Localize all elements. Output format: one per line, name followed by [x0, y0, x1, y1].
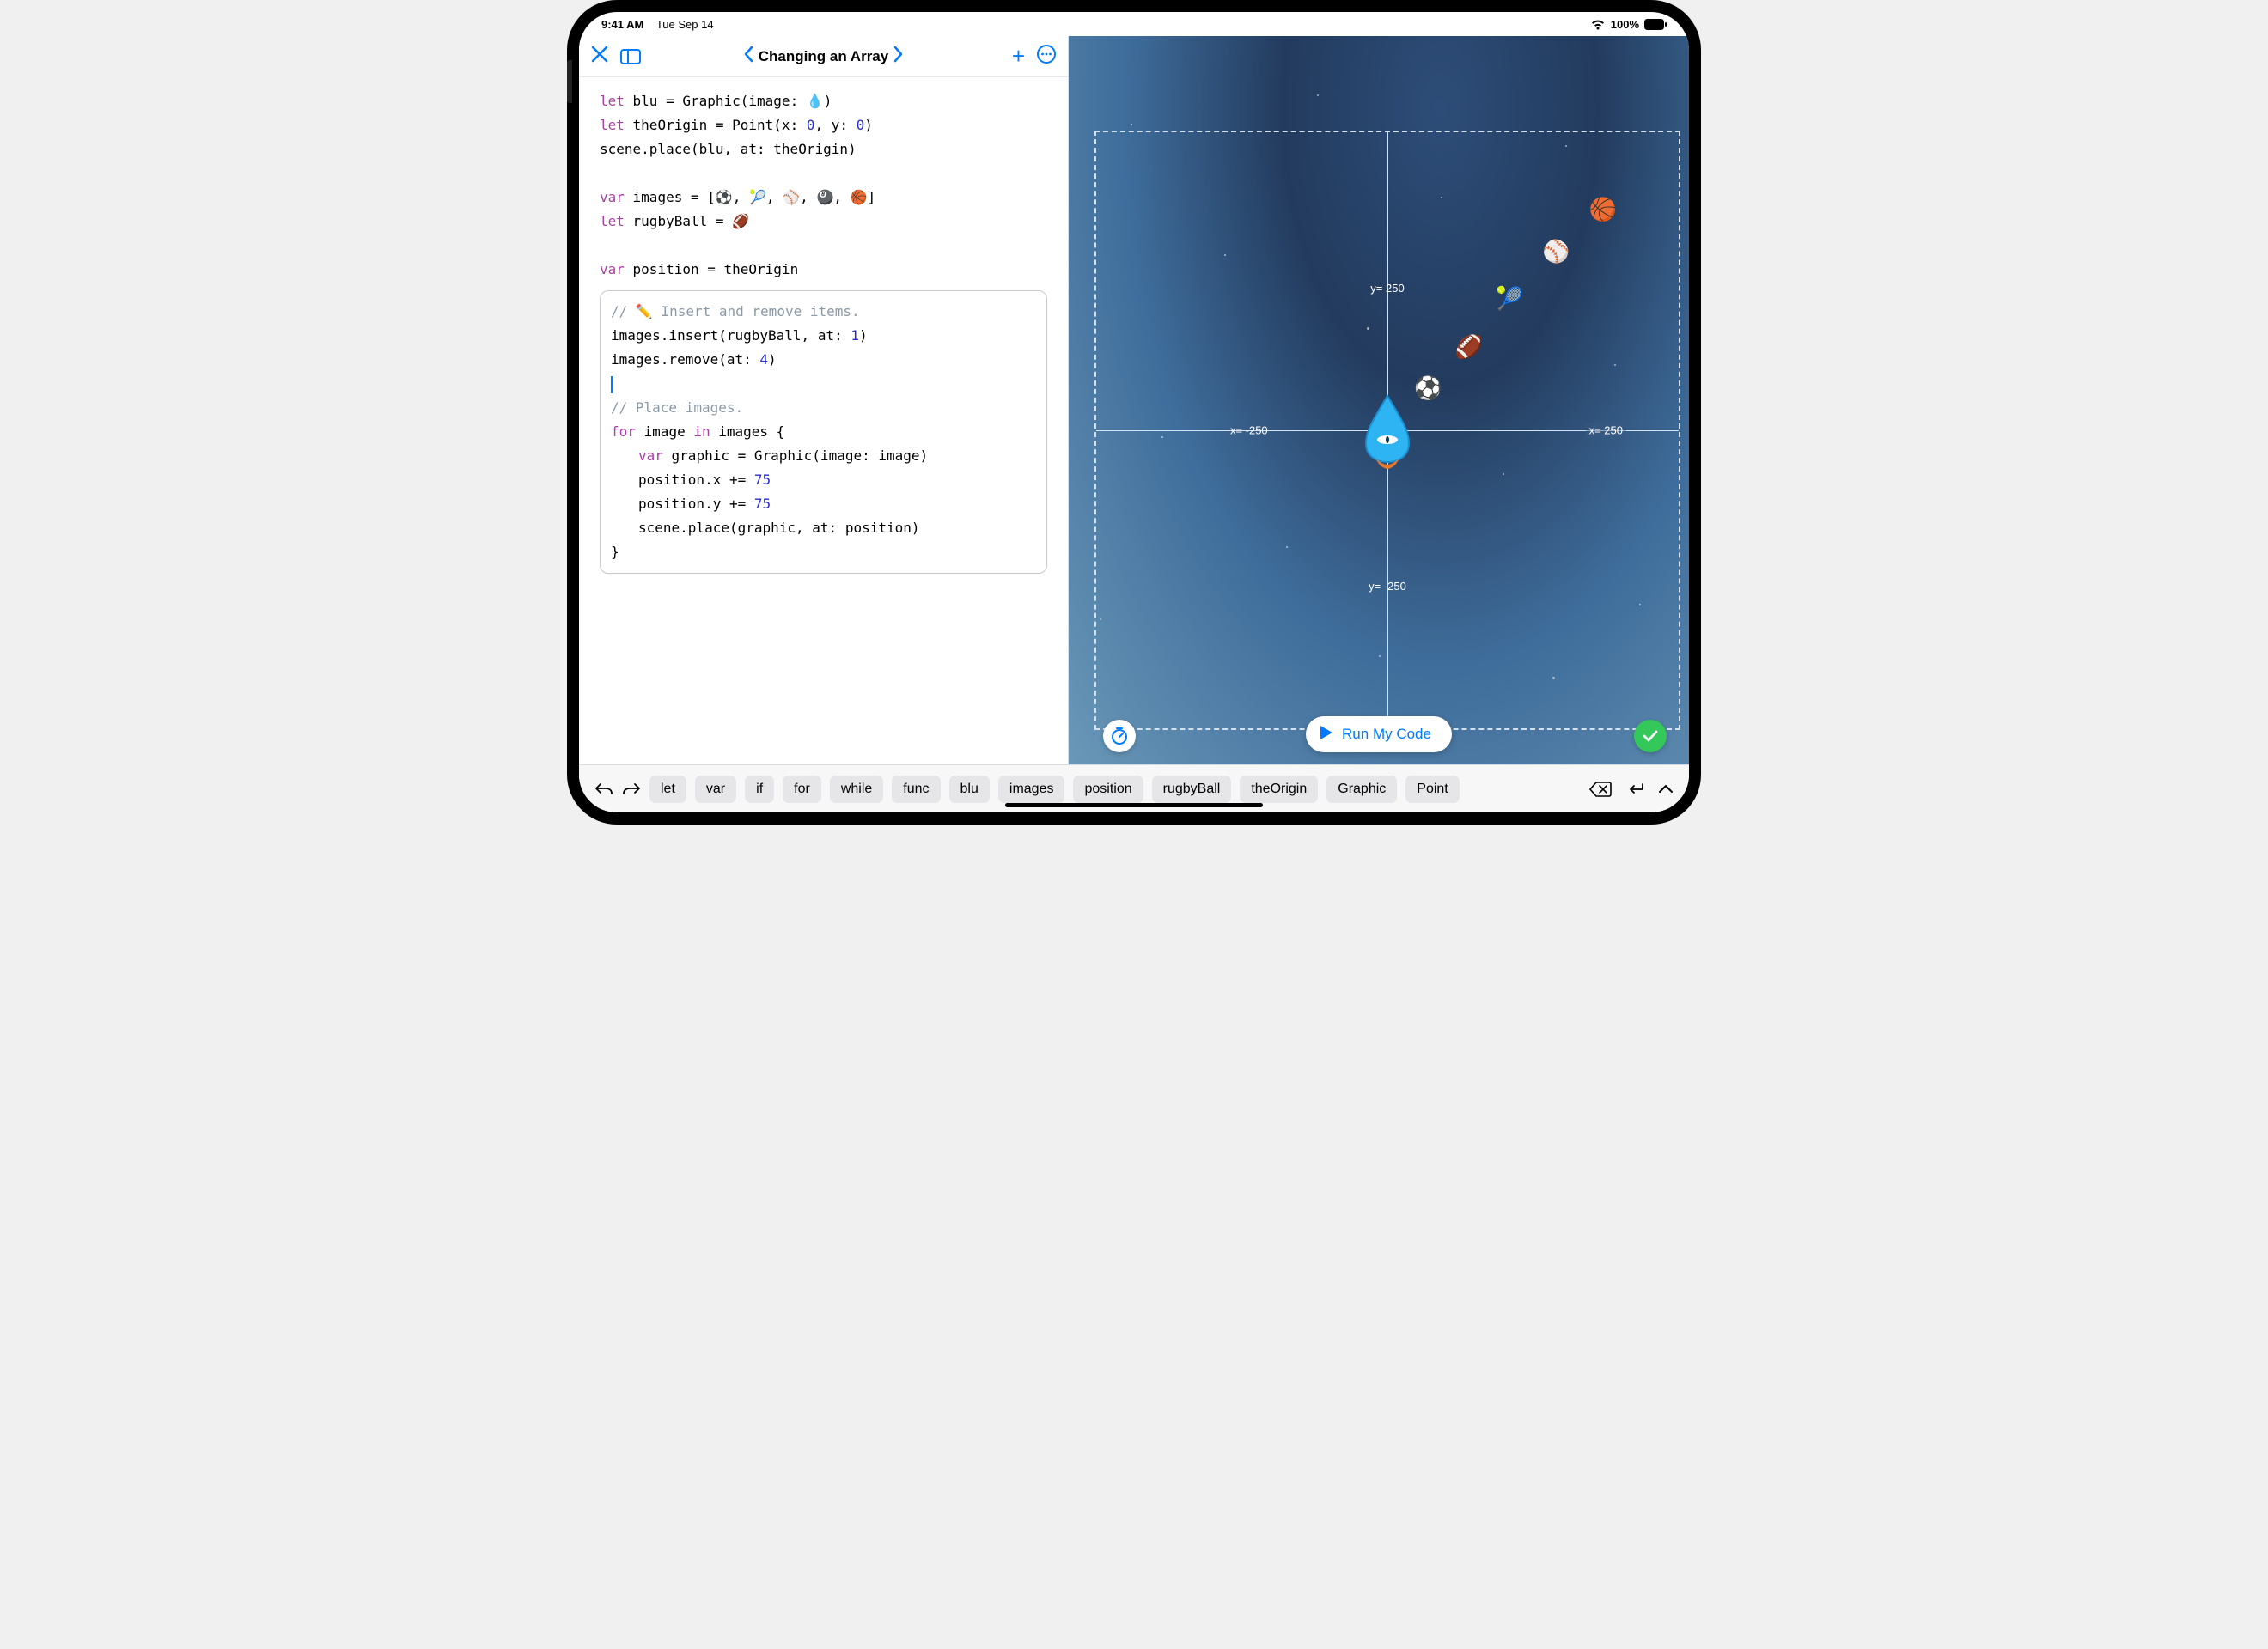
blu-character [1357, 392, 1418, 469]
editable-code-block[interactable]: // ✏️ Insert and remove items. images.in… [600, 290, 1047, 574]
status-time: 9:41 AM [601, 18, 643, 31]
editor-pane: Changing an Array + let blu = Graphic(im… [579, 36, 1069, 764]
suggestion-chip[interactable]: blu [949, 776, 990, 803]
sidebar-toggle-icon[interactable] [620, 49, 641, 64]
add-icon[interactable]: + [1012, 43, 1025, 70]
close-icon[interactable] [591, 46, 608, 68]
suggestion-chip[interactable]: if [745, 776, 774, 803]
y-neg-label: y= -250 [1369, 580, 1406, 593]
placed-rugby: 🏈 [1455, 333, 1483, 360]
collapse-keyboard-icon[interactable] [1658, 784, 1674, 794]
suggestion-chip[interactable]: var [695, 776, 736, 803]
suggestion-chip[interactable]: while [830, 776, 883, 803]
live-view: x= -250 x= 250 y= -250 y= 250 ⚽️ 🏈 [1069, 36, 1689, 764]
code-editor[interactable]: let blu = Graphic(image: 💧) let theOrigi… [579, 77, 1068, 764]
x-neg-label: x= -250 [1230, 424, 1268, 437]
y-pos-label: y= 250 [1370, 282, 1404, 295]
placed-soccer: ⚽️ [1414, 375, 1442, 402]
home-indicator[interactable] [1005, 803, 1263, 807]
suggestion-chip[interactable]: images [998, 776, 1065, 803]
more-icon[interactable] [1037, 45, 1056, 68]
text-cursor [611, 376, 613, 393]
wifi-icon [1590, 19, 1606, 30]
page-title[interactable]: Changing an Array [759, 48, 888, 65]
run-bar: Run My Code [1069, 716, 1689, 752]
battery-percent: 100% [1611, 18, 1639, 31]
placed-tennis: 🎾 [1496, 286, 1523, 313]
title-nav: Changing an Array [579, 46, 1068, 68]
redo-icon[interactable] [622, 782, 641, 797]
placed-baseball: ⚾️ [1542, 238, 1570, 265]
status-date: Tue Sep 14 [656, 18, 714, 31]
x-pos-label: x= 250 [1586, 423, 1626, 438]
run-code-button[interactable]: Run My Code [1306, 716, 1452, 752]
next-page-icon[interactable] [888, 46, 909, 68]
suggestion-chip[interactable]: rugbyBall [1152, 776, 1232, 803]
placed-basketball: 🏀 [1589, 197, 1617, 223]
suggestion-chip[interactable]: for [783, 776, 821, 803]
backspace-icon[interactable] [1589, 782, 1612, 797]
suggestion-chip[interactable]: theOrigin [1240, 776, 1318, 803]
suggestion-chip[interactable]: Graphic [1326, 776, 1397, 803]
prev-page-icon[interactable] [738, 46, 759, 68]
return-icon[interactable] [1625, 782, 1644, 796]
suggestion-chip[interactable]: position [1073, 776, 1143, 803]
play-icon [1320, 725, 1333, 745]
undo-icon[interactable] [594, 782, 613, 797]
ipad-frame: 9:41 AM Tue Sep 14 100% ••• [567, 0, 1701, 824]
editor-toolbar: Changing an Array + [579, 36, 1068, 77]
status-bar: 9:41 AM Tue Sep 14 100% [579, 12, 1689, 36]
status-left: 9:41 AM Tue Sep 14 [601, 18, 714, 31]
status-right: 100% [1590, 18, 1667, 31]
success-button[interactable] [1634, 720, 1667, 752]
coordinate-grid: x= -250 x= 250 y= -250 y= 250 ⚽️ 🏈 [1094, 131, 1680, 730]
suggestion-chip[interactable]: Point [1405, 776, 1459, 803]
suggestion-chip[interactable]: func [892, 776, 940, 803]
suggestion-chip[interactable]: let [649, 776, 686, 803]
content-split: ••• Changing an Array [579, 36, 1689, 764]
battery-icon [1644, 19, 1667, 30]
run-label: Run My Code [1342, 726, 1431, 743]
screen: 9:41 AM Tue Sep 14 100% ••• [579, 12, 1689, 812]
